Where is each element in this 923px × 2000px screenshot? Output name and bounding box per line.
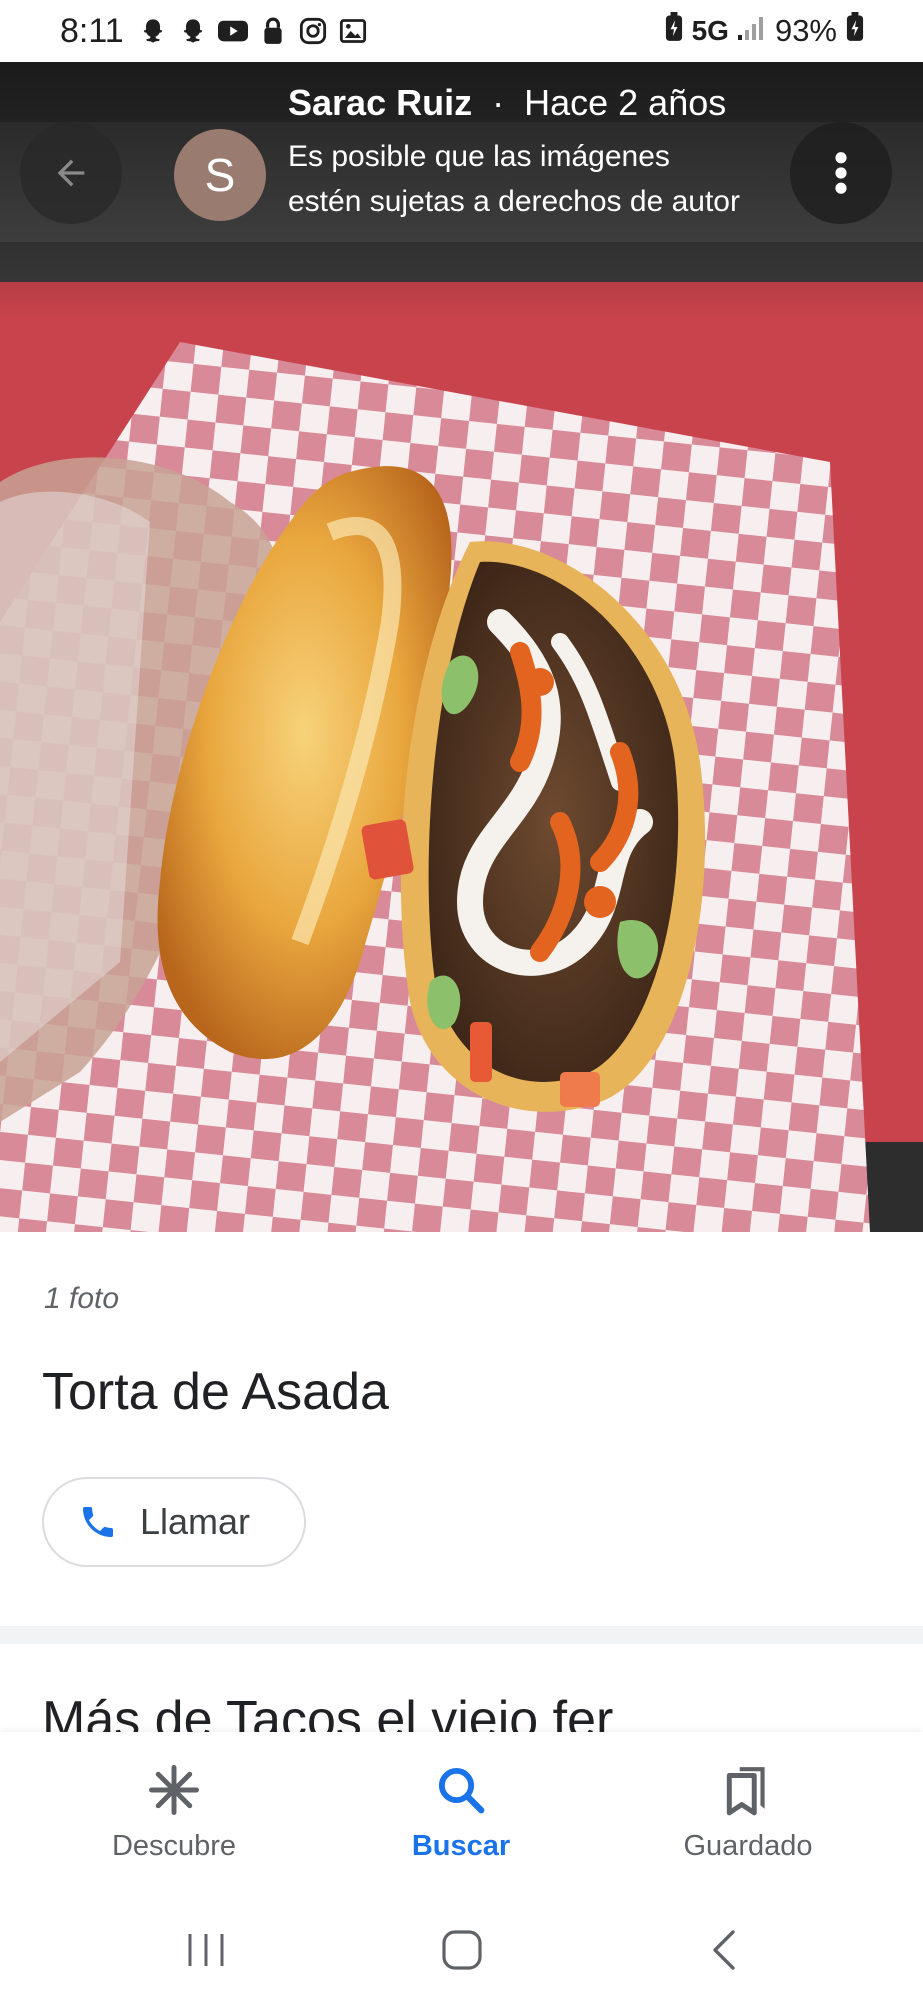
status-left: 8:11 bbox=[60, 12, 368, 51]
recent-apps-icon bbox=[188, 1934, 224, 1966]
author-line: Sarac Ruiz · Hace 2 años bbox=[288, 82, 726, 124]
section-divider bbox=[0, 1626, 923, 1644]
nav-label-guardado: Guardado bbox=[683, 1830, 813, 1862]
more-options-button[interactable] bbox=[790, 122, 892, 224]
call-label: Llamar bbox=[140, 1501, 251, 1542]
gallery-icon bbox=[338, 16, 368, 46]
youtube-icon bbox=[217, 16, 248, 46]
bottom-nav: Descubre Buscar Guardado bbox=[0, 1732, 923, 1902]
signal-icon bbox=[737, 13, 767, 49]
nav-buscar[interactable]: Buscar bbox=[346, 1760, 576, 1863]
network-type: 5G bbox=[691, 15, 729, 46]
avatar[interactable]: S bbox=[174, 129, 266, 221]
time-ago: Hace 2 años bbox=[524, 82, 727, 123]
system-nav-bar bbox=[0, 1902, 923, 2000]
home-button[interactable] bbox=[422, 1920, 502, 1980]
nav-label-buscar: Buscar bbox=[411, 1830, 511, 1862]
separator-dot: · bbox=[492, 82, 505, 123]
arrow-left-icon bbox=[57, 159, 85, 187]
clock: 8:11 bbox=[60, 11, 124, 50]
battery-icon bbox=[845, 12, 865, 50]
nav-descubre[interactable]: Descubre bbox=[59, 1760, 289, 1863]
back-button[interactable] bbox=[20, 122, 122, 224]
recent-apps-button[interactable] bbox=[166, 1920, 246, 1980]
photo-count: 1 foto bbox=[44, 1282, 120, 1315]
home-icon bbox=[442, 1930, 482, 1970]
more-vert-icon bbox=[835, 152, 847, 194]
copyright-notice: Es posible que las imágenes estén sujeta… bbox=[288, 140, 740, 218]
instagram-icon bbox=[298, 16, 328, 46]
search-icon bbox=[434, 1760, 488, 1820]
call-button[interactable]: Llamar bbox=[42, 1477, 306, 1567]
battery-saver-icon bbox=[664, 12, 684, 50]
food-photo[interactable]: S Sarac Ruiz · Hace 2 años Es posible qu… bbox=[0, 62, 923, 1232]
phone-icon bbox=[83, 1507, 113, 1537]
snapchat-icon bbox=[178, 16, 208, 46]
snapchat-icon bbox=[138, 16, 168, 46]
status-bar: 8:11 5G 93% bbox=[0, 0, 923, 62]
dish-title: Torta de Asada bbox=[42, 1363, 389, 1421]
chevron-left-icon bbox=[713, 1930, 735, 1970]
nav-guardado[interactable]: Guardado bbox=[633, 1760, 863, 1863]
lock-icon bbox=[258, 16, 288, 46]
bookmarks-icon bbox=[723, 1760, 773, 1820]
asterisk-icon bbox=[147, 1760, 201, 1820]
status-right: 5G 93% bbox=[664, 12, 865, 50]
author-name[interactable]: Sarac Ruiz bbox=[288, 82, 472, 123]
nav-label-descubre: Descubre bbox=[111, 1830, 237, 1862]
battery-level: 93% bbox=[774, 13, 837, 48]
back-nav-button[interactable] bbox=[684, 1920, 764, 1980]
